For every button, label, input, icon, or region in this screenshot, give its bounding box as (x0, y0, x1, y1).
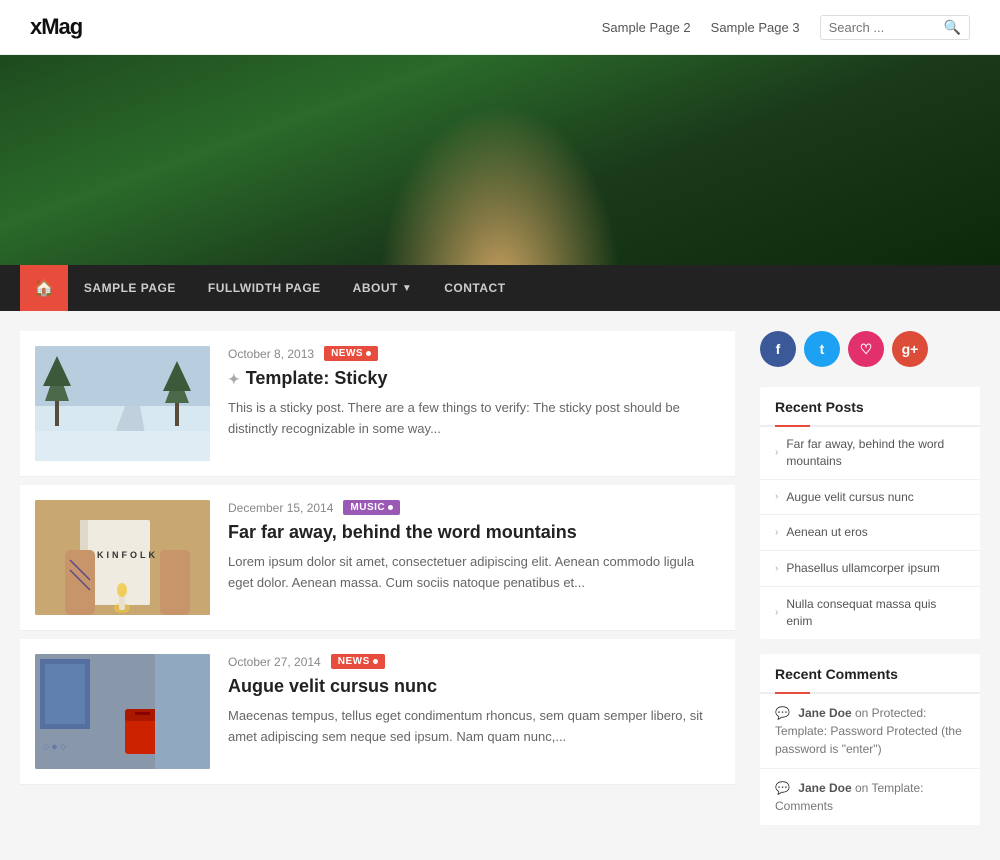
main-nav: 🏠 SAMPLE PAGE FULLWIDTH PAGE ABOUT ▼ CON… (0, 265, 1000, 311)
chevron-icon: › (775, 446, 778, 460)
chevron-icon: › (775, 490, 778, 504)
nav-contact[interactable]: CONTACT (428, 265, 521, 311)
recent-comments-widget: Recent Comments 💬 Jane Doe on Protected:… (760, 654, 980, 825)
tag-dot (366, 351, 371, 356)
googleplus-button[interactable]: g+ (892, 331, 928, 367)
header-right: Sample Page 2 Sample Page 3 🔍 (602, 15, 970, 40)
post-date: October 27, 2014 (228, 655, 321, 669)
post-title[interactable]: Augue velit cursus nunc (228, 675, 720, 698)
comment-icon: 💬 (775, 706, 790, 720)
facebook-button[interactable]: f (760, 331, 796, 367)
recent-posts-widget: Recent Posts › Far far away, behind the … (760, 387, 980, 639)
post-tag: NEWS (324, 346, 378, 361)
post-excerpt: Maecenas tempus, tellus eget condimentum… (228, 706, 720, 748)
search-wrapper: 🔍 (820, 15, 970, 40)
search-input[interactable] (829, 20, 939, 35)
twitter-button[interactable]: t (804, 331, 840, 367)
nav-sample-page[interactable]: SAMPLE PAGE (68, 265, 192, 311)
comment-item: 💬 Jane Doe on Template: Comments (760, 769, 980, 825)
recent-post-item[interactable]: › Aenean ut eros (760, 515, 980, 551)
svg-text:KINFOLK: KINFOLK (97, 550, 158, 560)
nav-home-button[interactable]: 🏠 (20, 265, 68, 311)
recent-comments-title: Recent Comments (760, 654, 980, 694)
post-title[interactable]: ✦ Template: Sticky (228, 367, 720, 390)
header-nav-link-1[interactable]: Sample Page 2 (602, 20, 691, 35)
recent-post-item[interactable]: › Nulla consequat massa quis enim (760, 587, 980, 639)
post-title[interactable]: Far far away, behind the word mountains (228, 521, 720, 544)
post-card: ◇ ◆ ◇ October 27, 2014 NEWS Augue velit … (20, 639, 735, 785)
search-icon[interactable]: 🔍 (944, 19, 961, 36)
site-header: xMag Sample Page 2 Sample Page 3 🔍 (0, 0, 1000, 55)
sidebar: f t ♡ g+ Recent Posts › Far far away, be… (760, 331, 980, 840)
post-meta: December 15, 2014 MUSIC (228, 500, 720, 515)
tag-dot (373, 659, 378, 664)
post-content: October 8, 2013 NEWS ✦ Template: Sticky … (228, 346, 720, 461)
post-excerpt: Lorem ipsum dolor sit amet, consectetuer… (228, 552, 720, 594)
post-thumbnail: ◇ ◆ ◇ (35, 654, 210, 769)
post-date: December 15, 2014 (228, 501, 333, 515)
about-dropdown-chevron: ▼ (402, 283, 412, 294)
post-thumbnail: KINFOLK (35, 500, 210, 615)
recent-post-item[interactable]: › Phasellus ullamcorper ipsum (760, 551, 980, 587)
recent-post-item[interactable]: › Augue velit cursus nunc (760, 480, 980, 516)
nav-about[interactable]: ABOUT ▼ (337, 265, 429, 311)
header-nav-link-2[interactable]: Sample Page 3 (711, 20, 800, 35)
post-content: October 27, 2014 NEWS Augue velit cursus… (228, 654, 720, 769)
post-tag: MUSIC (343, 500, 400, 515)
sticky-icon: ✦ (228, 370, 240, 388)
nav-fullwidth-page[interactable]: FULLWIDTH PAGE (192, 265, 337, 311)
post-card: KINFOLK December (20, 485, 735, 631)
recent-posts-title: Recent Posts (760, 387, 980, 427)
content-wrap: October 8, 2013 NEWS ✦ Template: Sticky … (0, 311, 1000, 860)
post-thumbnail (35, 346, 210, 461)
hero-banner (0, 55, 1000, 265)
comment-item: 💬 Jane Doe on Protected: Template: Passw… (760, 694, 980, 769)
post-tag: NEWS (331, 654, 385, 669)
comment-icon: 💬 (775, 781, 790, 795)
chevron-icon: › (775, 526, 778, 540)
recent-post-item[interactable]: › Far far away, behind the word mountain… (760, 427, 980, 480)
post-excerpt: This is a sticky post. There are a few t… (228, 398, 720, 440)
chevron-icon: › (775, 606, 778, 620)
post-content: December 15, 2014 MUSIC Far far away, be… (228, 500, 720, 615)
instagram-button[interactable]: ♡ (848, 331, 884, 367)
chevron-icon: › (775, 562, 778, 576)
social-icons: f t ♡ g+ (760, 331, 980, 367)
main-feed: October 8, 2013 NEWS ✦ Template: Sticky … (20, 331, 735, 840)
tag-dot (388, 505, 393, 510)
post-card: October 8, 2013 NEWS ✦ Template: Sticky … (20, 331, 735, 477)
post-meta: October 27, 2014 NEWS (228, 654, 720, 669)
post-meta: October 8, 2013 NEWS (228, 346, 720, 361)
post-date: October 8, 2013 (228, 347, 314, 361)
site-logo[interactable]: xMag (30, 14, 82, 40)
